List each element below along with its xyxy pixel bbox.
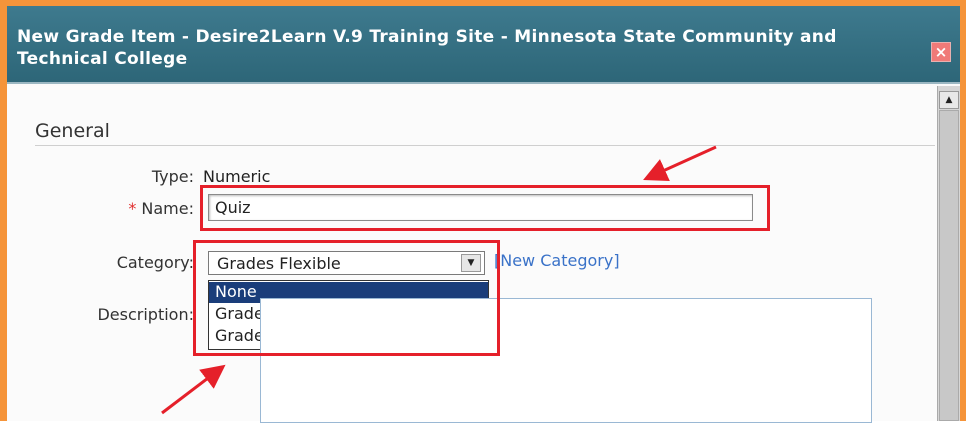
dialog-title: New Grade Item - Desire2Learn V.9 Traini… bbox=[17, 27, 837, 69]
required-marker: * bbox=[128, 199, 137, 218]
new-category-link[interactable]: [New Category] bbox=[494, 251, 620, 270]
close-icon[interactable]: × bbox=[931, 42, 951, 62]
section-divider bbox=[35, 145, 935, 146]
section-title: General bbox=[35, 120, 110, 142]
scroll-up-arrow-icon[interactable]: ▲ bbox=[939, 91, 959, 109]
vertical-scrollbar[interactable]: ▲ bbox=[937, 86, 960, 421]
scrollbar-thumb[interactable] bbox=[939, 110, 959, 421]
name-label-row: * Name: bbox=[100, 199, 194, 218]
description-label: Description: bbox=[97, 305, 194, 324]
type-label: Type: bbox=[151, 167, 194, 186]
category-highlight-box bbox=[193, 240, 500, 356]
type-value: Numeric bbox=[203, 167, 271, 186]
name-label: Name: bbox=[141, 199, 194, 218]
name-highlight-box bbox=[200, 185, 770, 231]
dialog-titlebar: New Grade Item - Desire2Learn V.9 Traini… bbox=[7, 6, 960, 84]
category-label: Category: bbox=[116, 253, 194, 272]
